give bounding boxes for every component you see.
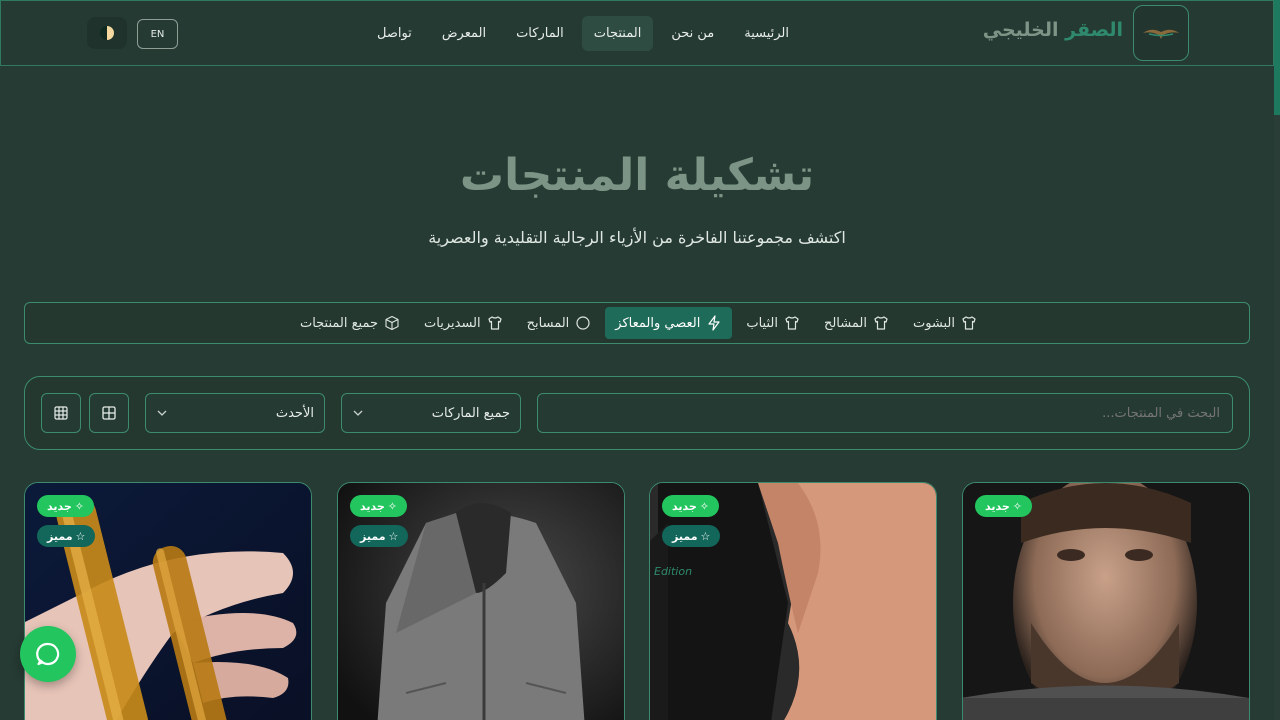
featured-badge: ☆ مميز [662, 525, 721, 547]
new-badge: ✧ جديد [350, 495, 407, 517]
tab-label: الثياب [746, 315, 778, 331]
new-badge-label: جديد [47, 499, 72, 513]
shirt-icon [785, 316, 799, 330]
tab-label: السديريات [424, 315, 481, 331]
nav-brands[interactable]: الماركات [504, 16, 576, 51]
star-icon: ☆ [388, 529, 399, 543]
tab-label: البشوت [912, 315, 955, 331]
site-header: الصقر الخليجي الرئيسية من نحن المنتجات ا… [0, 0, 1274, 66]
tab-label: المشالح [823, 315, 867, 331]
logo[interactable] [1133, 5, 1189, 61]
category-tabs: البشوت المشالح الثياب العصي والمعاكز الم… [24, 302, 1250, 344]
grid-3x3-icon [54, 406, 68, 420]
sort-select-value: الأحدث [275, 405, 314, 421]
star-icon: ☆ [75, 529, 86, 543]
product-card[interactable]: ✧ جديد [962, 482, 1250, 720]
shirt-icon [874, 316, 888, 330]
tab-label: المسابح [526, 315, 570, 331]
product-image [650, 483, 936, 720]
falcon-icon [1143, 29, 1179, 39]
whatsapp-button[interactable] [20, 626, 76, 682]
tab-canes[interactable]: العصي والمعاكز [605, 307, 733, 339]
grid-view-3x3-button[interactable] [41, 393, 81, 433]
shirt-icon [488, 316, 502, 330]
product-card[interactable]: ✧ جديد ☆ مميز Edition [649, 482, 937, 720]
theme-toggle-button[interactable] [87, 17, 127, 49]
new-badge-label: جديد [360, 499, 385, 513]
new-badge: ✧ جديد [37, 495, 94, 517]
nav-contact[interactable]: تواصل [365, 16, 424, 51]
featured-badge-label: مميز [672, 529, 698, 543]
language-toggle-button[interactable]: EN [137, 19, 178, 49]
circle-icon [576, 316, 590, 330]
chat-bubble-icon [36, 642, 60, 666]
new-badge: ✧ جديد [975, 495, 1032, 517]
new-badge: ✧ جديد [662, 495, 719, 517]
nav-products[interactable]: المنتجات [581, 16, 654, 51]
scrollbar-thumb[interactable] [1274, 0, 1280, 115]
product-card[interactable]: ✧ جديد ☆ مميز [337, 482, 625, 720]
brand-name[interactable]: الصقر الخليجي [983, 19, 1123, 41]
brand-name-part1: الصقر [1065, 19, 1123, 41]
sparkle-icon: ✧ [1012, 499, 1022, 513]
tab-label: جميع المنتجات [299, 315, 379, 331]
featured-badge-label: مميز [360, 529, 386, 543]
tab-rosaries[interactable]: المسابح [517, 307, 602, 339]
filter-bar: جميع الماركات الأحدث [24, 376, 1250, 450]
zap-icon [708, 315, 720, 331]
nav-about[interactable]: من نحن [659, 16, 726, 51]
product-image [25, 483, 311, 720]
page-subtitle: اكتشف مجموعتنا الفاخرة من الأزياء الرجال… [428, 228, 846, 247]
shirt-icon [962, 316, 976, 330]
package-icon [385, 315, 399, 331]
nav-gallery[interactable]: المعرض [430, 16, 498, 51]
sparkle-icon: ✧ [699, 499, 709, 513]
sparkle-icon: ✧ [387, 499, 397, 513]
brand-select-value: جميع الماركات [431, 405, 510, 421]
tab-bisht[interactable]: البشوت [903, 307, 987, 339]
star-icon: ☆ [700, 529, 711, 543]
tab-label: العصي والمعاكز [615, 315, 701, 331]
product-card[interactable]: ✧ جديد ☆ مميز [24, 482, 312, 720]
chevron-down-icon [157, 410, 167, 416]
grid-view-2x2-button[interactable] [89, 393, 129, 433]
page-title: تشكيلة المنتجات [459, 150, 815, 201]
featured-badge: ☆ مميز [350, 525, 409, 547]
tab-vests[interactable]: السديريات [414, 307, 513, 339]
chevron-down-icon [353, 410, 363, 416]
new-badge-label: جديد [985, 499, 1010, 513]
tab-mashalih[interactable]: المشالح [814, 307, 899, 339]
tab-thobes[interactable]: الثياب [736, 307, 810, 339]
grid-2x2-icon [102, 406, 116, 420]
nav-home[interactable]: الرئيسية [732, 16, 801, 51]
featured-badge-label: مميز [47, 529, 73, 543]
brand-name-part2: الخليجي [982, 19, 1059, 41]
sort-select[interactable]: الأحدث [145, 393, 325, 433]
search-input[interactable] [537, 393, 1233, 433]
product-image [338, 483, 624, 720]
new-badge-label: جديد [672, 499, 697, 513]
edition-watermark: Edition [654, 565, 693, 578]
featured-badge: ☆ مميز [37, 525, 96, 547]
half-moon-icon [100, 26, 114, 40]
product-image [963, 483, 1249, 720]
sparkle-icon: ✧ [74, 499, 84, 513]
main-nav: الرئيسية من نحن المنتجات الماركات المعرض… [365, 16, 801, 51]
brand-select[interactable]: جميع الماركات [341, 393, 521, 433]
tab-all-products[interactable]: جميع المنتجات [290, 307, 410, 339]
